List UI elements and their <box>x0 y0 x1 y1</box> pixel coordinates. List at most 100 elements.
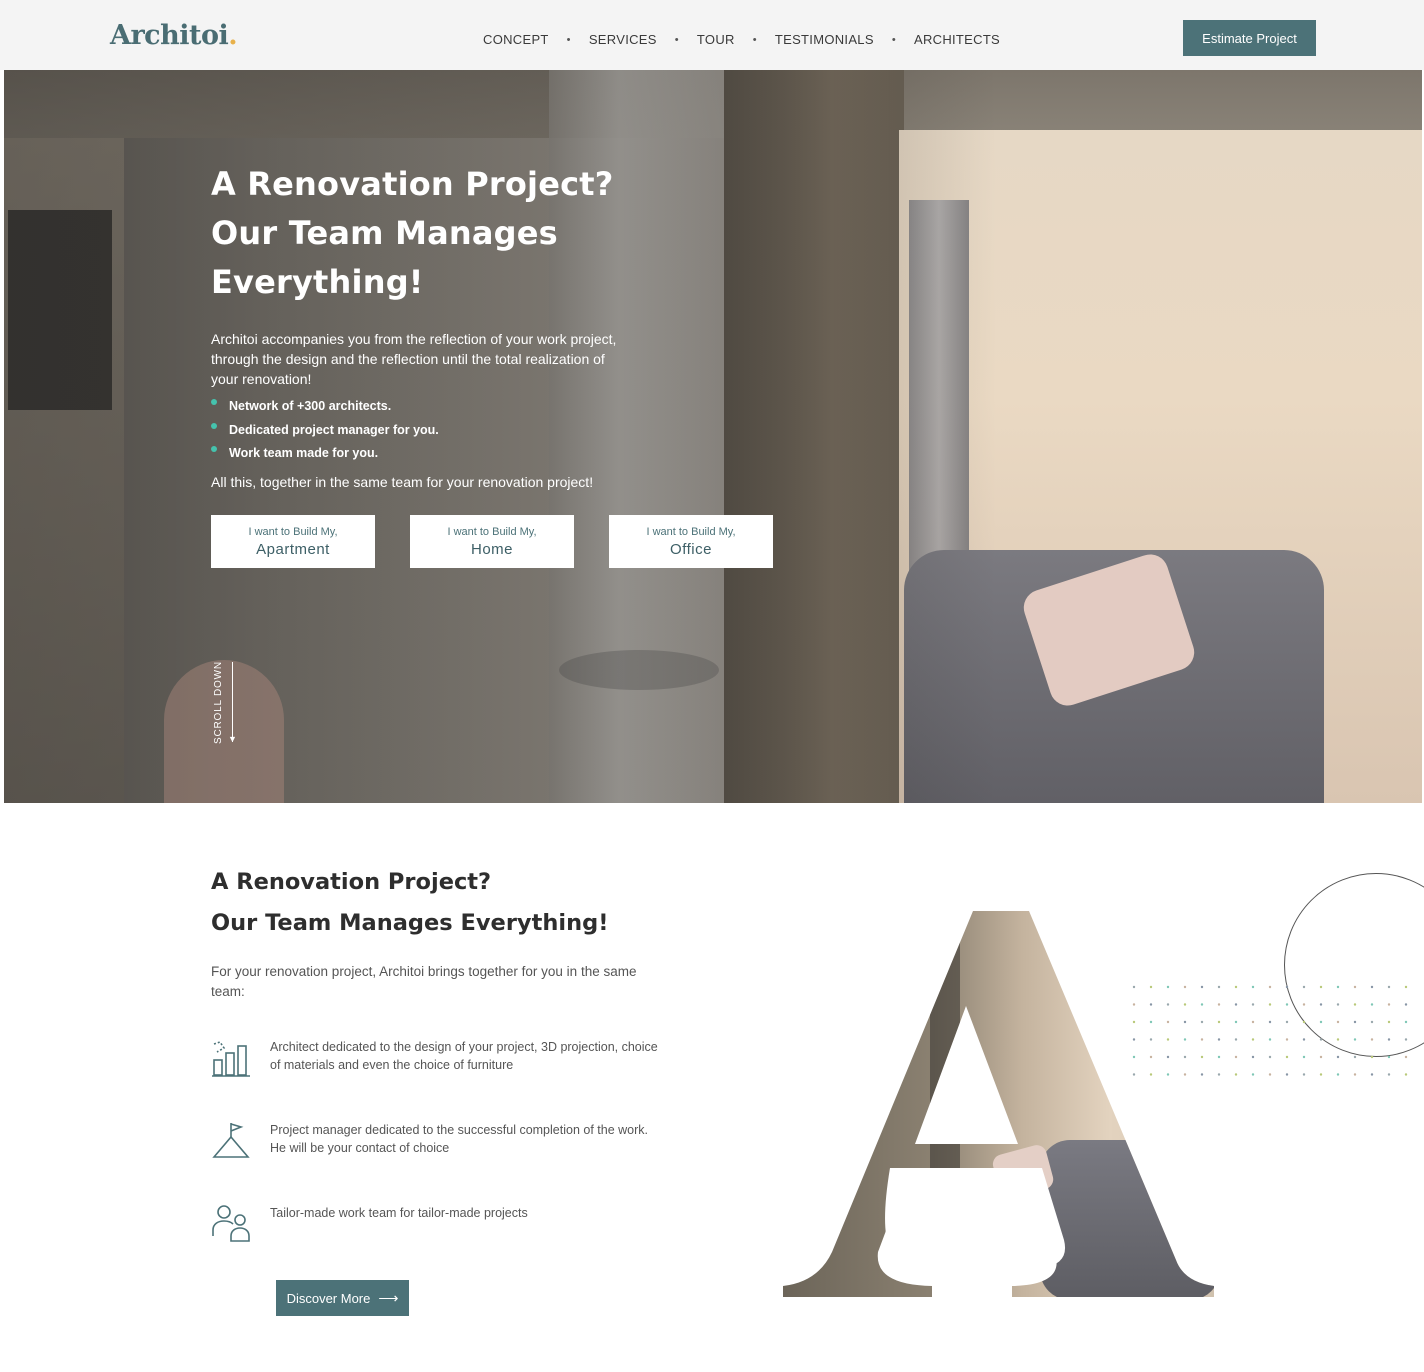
decorative-dot <box>1319 1020 1323 1024</box>
decorative-dot <box>1336 1038 1340 1041</box>
team-people-icon <box>212 1205 250 1242</box>
decorative-dot <box>1132 985 1136 989</box>
decorative-dot <box>1387 985 1391 989</box>
decorative-dot <box>1370 985 1374 989</box>
decorative-dot <box>1268 1055 1272 1059</box>
hero-content: A Renovation Project? Our Team Manages E… <box>211 160 811 490</box>
decorative-dot <box>1183 1038 1187 1041</box>
decorative-dot <box>1302 1038 1306 1041</box>
build-options: I want to Build My, Apartment I want to … <box>211 515 773 568</box>
logo[interactable]: Architoi. <box>110 20 238 51</box>
nav-concept[interactable]: CONCEPT <box>483 32 549 47</box>
section-title: A Renovation Project? Our Team Manages E… <box>211 862 608 944</box>
decorative-dot <box>1285 1038 1289 1041</box>
decorative-dot <box>1387 1020 1391 1024</box>
decorative-dot <box>1268 1073 1272 1076</box>
decorative-dot <box>1217 1055 1221 1059</box>
decorative-dot <box>1183 985 1187 989</box>
decorative-dot <box>1302 1020 1306 1024</box>
decorative-dot <box>1183 1020 1187 1024</box>
decorative-dot <box>1302 1003 1306 1006</box>
hero-tagline: All this, together in the same team for … <box>211 473 594 490</box>
build-apartment-card[interactable]: I want to Build My, Apartment <box>211 515 375 568</box>
decorative-dot <box>1404 985 1408 989</box>
feature-list: Architect dedicated to the design of you… <box>211 1038 661 1287</box>
decorative-dot <box>1336 1020 1340 1024</box>
hero-bullet: Work team made for you. <box>211 442 811 466</box>
decorative-dot <box>1268 1038 1272 1041</box>
decorative-dot <box>1268 1003 1272 1006</box>
decorative-dot <box>1387 1073 1391 1076</box>
build-card-prefix: I want to Build My, <box>646 525 736 538</box>
nav-separator: • <box>752 33 757 46</box>
discover-more-label: Discover More <box>286 1290 371 1306</box>
decorative-dot <box>1336 1055 1340 1059</box>
decorative-dot <box>1370 1055 1374 1059</box>
nav-testimonials[interactable]: TESTIMONIALS <box>775 32 874 47</box>
decorative-dot <box>1149 1020 1153 1024</box>
decorative-dot <box>1404 1020 1408 1024</box>
build-card-label: Office <box>670 540 712 558</box>
decorative-dot <box>1132 1020 1136 1024</box>
decorative-dot <box>1285 1073 1289 1076</box>
decorative-dot <box>1404 1073 1408 1076</box>
decorative-dot <box>1251 1003 1255 1006</box>
decorative-dot <box>1149 1003 1153 1006</box>
feature-item: Architect dedicated to the design of you… <box>211 1038 661 1121</box>
decorative-dot <box>1353 1020 1357 1024</box>
decorative-dot <box>1217 1038 1221 1041</box>
decorative-dot <box>1149 1038 1153 1041</box>
decorative-dot <box>1268 1020 1272 1024</box>
nav-architects[interactable]: ARCHITECTS <box>914 32 1000 47</box>
build-card-prefix: I want to Build My, <box>248 525 338 538</box>
scroll-down-indicator[interactable]: SCROLL DOWN ▼ <box>213 661 241 746</box>
decorative-dot <box>1387 1038 1391 1041</box>
build-office-card[interactable]: I want to Build My, Office <box>609 515 773 568</box>
hero-bullet: Dedicated project manager for you. <box>211 419 811 443</box>
hero-bullet-list: Network of +300 architects. Dedicated pr… <box>211 395 811 466</box>
logo-dot: . <box>228 20 238 51</box>
decorative-dot <box>1370 1073 1374 1076</box>
hero-description: Architoi accompanies you from the reflec… <box>211 331 617 387</box>
decorative-dot <box>1217 1003 1221 1006</box>
nav-services[interactable]: SERVICES <box>589 32 657 47</box>
decorative-dot <box>1404 1003 1408 1006</box>
decorative-dot <box>1132 1073 1136 1076</box>
decorative-dot <box>1404 1038 1408 1041</box>
section-intro: For your renovation project, Architoi br… <box>211 964 637 999</box>
feature-item: Project manager dedicated to the success… <box>211 1121 661 1204</box>
estimate-project-button[interactable]: Estimate Project <box>1183 20 1316 56</box>
decorative-dot <box>1200 1003 1204 1006</box>
decorative-dot <box>1319 1073 1323 1076</box>
arrow-down-icon: ▼ <box>228 734 237 744</box>
decorative-dot <box>1234 1003 1238 1006</box>
decorative-dot <box>1353 1073 1357 1076</box>
feature-item: Tailor-made work team for tailor-made pr… <box>211 1204 661 1287</box>
flag-mountain-icon <box>212 1123 250 1158</box>
discover-more-button[interactable]: Discover More ⟶ <box>276 1280 409 1316</box>
scroll-down-label: SCROLL DOWN <box>213 661 224 744</box>
section-title-line2: Our Team Manages Everything! <box>211 910 609 936</box>
decorative-dot <box>1285 1003 1289 1006</box>
build-home-card[interactable]: I want to Build My, Home <box>410 515 574 568</box>
decorative-dot <box>1370 1038 1374 1041</box>
decorative-dot <box>1217 1073 1221 1076</box>
decorative-dot <box>1285 1020 1289 1024</box>
build-card-label: Apartment <box>256 540 330 558</box>
decorative-dot <box>1217 985 1221 989</box>
decorative-dot <box>1183 1055 1187 1059</box>
decorative-dot <box>1387 1003 1391 1006</box>
nav-separator: • <box>674 33 679 46</box>
nav-tour[interactable]: TOUR <box>697 32 735 47</box>
main-nav: CONCEPT • SERVICES • TOUR • TESTIMONIALS… <box>483 32 1000 47</box>
decorative-dot <box>1285 985 1289 989</box>
feature-text: Project manager dedicated to the success… <box>270 1123 648 1155</box>
decorative-dot <box>1200 1073 1204 1076</box>
decorative-dot <box>1166 1073 1170 1076</box>
decorative-dot <box>1132 1038 1136 1041</box>
decorative-dot <box>1183 1073 1187 1076</box>
decorative-dot <box>1149 1073 1153 1076</box>
decorative-dot <box>1200 1055 1204 1059</box>
decorative-dot <box>1302 985 1306 989</box>
feature-text: Tailor-made work team for tailor-made pr… <box>270 1206 528 1220</box>
